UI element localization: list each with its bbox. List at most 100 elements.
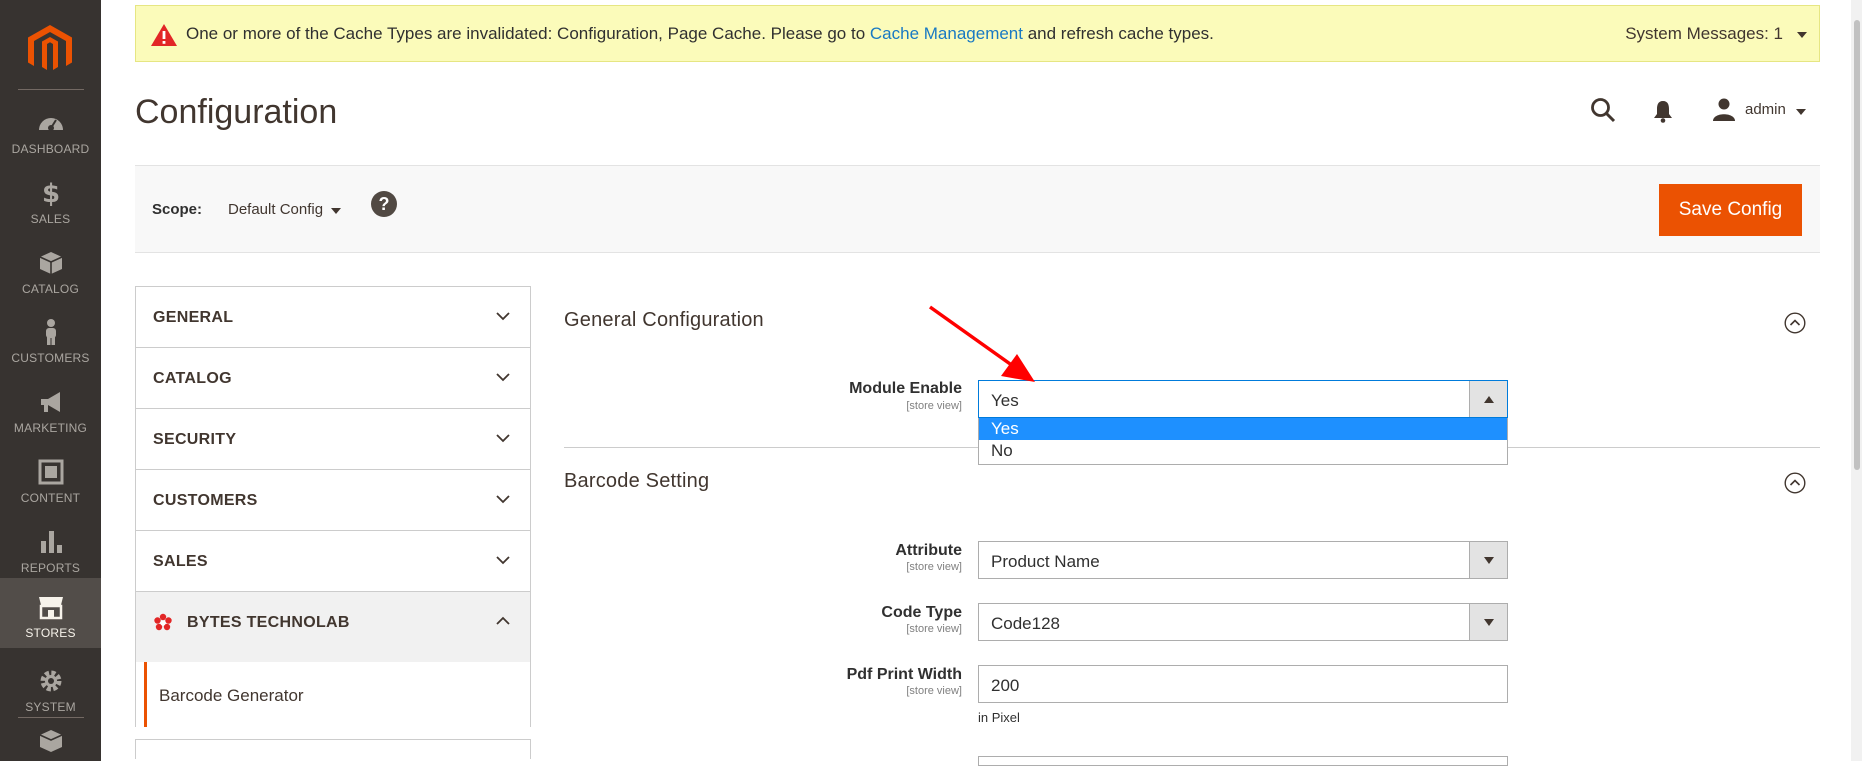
tab-label: CUSTOMERS: [153, 492, 258, 509]
nav-content[interactable]: CONTENT: [0, 445, 101, 515]
chevron-down-icon: [496, 373, 510, 382]
save-config-button[interactable]: Save Config: [1659, 184, 1802, 236]
field-label-pdf-print-width: Pdf Print Width: [846, 666, 962, 683]
select-value: Product Name: [991, 552, 1100, 571]
tab-label: GENERAL: [153, 309, 234, 326]
tab-customers[interactable]: CUSTOMERS: [135, 469, 531, 530]
nav-system[interactable]: SYSTEM: [0, 654, 101, 724]
tab-spacer: [135, 652, 531, 662]
nav-label: CONTENT: [20, 491, 81, 505]
dropdown-option-yes[interactable]: Yes: [979, 418, 1507, 440]
tab-label: CATALOG: [153, 370, 232, 387]
svg-text:$: $: [42, 179, 60, 208]
chevron-down-icon: [496, 556, 510, 565]
section-title-general-configuration[interactable]: General Configuration: [564, 309, 764, 332]
nav-label: CUSTOMERS: [11, 351, 90, 365]
tab-catalog[interactable]: CATALOG: [135, 347, 531, 408]
sidebar-divider: [18, 89, 84, 90]
megaphone-icon: [41, 392, 60, 412]
message-text-after: and refresh cache types.: [1022, 24, 1214, 43]
help-icon[interactable]: ?: [371, 191, 397, 217]
config-tabs: GENERAL CATALOG SECURITY CUSTOMERS SALES…: [135, 286, 531, 759]
box-icon: [39, 252, 63, 274]
nav-label: REPORTS: [20, 561, 81, 575]
cache-management-link[interactable]: Cache Management: [870, 24, 1023, 43]
page-title: Configuration: [135, 93, 338, 131]
section-title-barcode-setting[interactable]: Barcode Setting: [564, 470, 709, 493]
nav-label: SYSTEM: [25, 700, 76, 714]
field-scope-attribute: [store view]: [906, 561, 962, 573]
sidebar-divider: [18, 717, 84, 718]
nav-label: MARKETING: [13, 421, 88, 435]
user-icon[interactable]: [1712, 97, 1736, 121]
tab-security[interactable]: SECURITY: [135, 408, 531, 469]
module-enable-select[interactable]: Yes: [978, 380, 1508, 418]
active-tab-marker: [144, 662, 147, 727]
field-label-code-type: Code Type: [881, 604, 962, 621]
caret-down-icon[interactable]: [1797, 32, 1807, 38]
next-field-input-partial[interactable]: [978, 756, 1508, 766]
nav-label: SALES: [30, 212, 71, 226]
nav-sales[interactable]: $ SALES: [0, 166, 101, 236]
tab-item-label: Barcode Generator: [159, 686, 304, 705]
tab-label: SECURITY: [153, 431, 237, 448]
attribute-select[interactable]: Product Name: [978, 541, 1508, 579]
field-scope-pdf-print-width: [store view]: [906, 685, 962, 697]
store-icon: [39, 597, 63, 620]
scrollbar-thumb[interactable]: [1854, 20, 1860, 470]
tab-bytes-technolab[interactable]: BYTES TECHNOLAB: [135, 591, 531, 652]
tab-general[interactable]: GENERAL: [135, 286, 531, 347]
admin-user-menu[interactable]: admin: [1745, 101, 1786, 118]
caret-down-icon[interactable]: [331, 208, 341, 214]
select-toggle[interactable]: [1469, 604, 1507, 640]
nav-dashboard[interactable]: DASHBOARD: [0, 96, 101, 166]
pdf-print-width-note: in Pixel: [978, 710, 1020, 725]
tab-label: BYTES TECHNOLAB: [187, 614, 350, 631]
content-icon: [38, 459, 64, 485]
collapse-icon[interactable]: [1784, 312, 1806, 334]
tab-sales[interactable]: SALES: [135, 530, 531, 591]
message-text-before: One or more of the Cache Types are inval…: [186, 24, 870, 43]
bar-chart-icon: [41, 531, 62, 553]
select-toggle[interactable]: [1469, 381, 1507, 417]
tab-item-barcode-generator[interactable]: Barcode Generator: [135, 662, 531, 727]
caret-down-icon: [1484, 619, 1494, 626]
tab-label: SALES: [153, 553, 208, 570]
chevron-up-icon: [496, 616, 510, 625]
search-icon[interactable]: [1590, 97, 1616, 123]
nav-label: CATALOG: [22, 282, 79, 296]
extensions-icon[interactable]: [36, 726, 66, 756]
dropdown-option-no[interactable]: No: [979, 440, 1507, 462]
nav-stores[interactable]: STORES: [0, 578, 101, 648]
scope-label: Scope:: [152, 201, 203, 218]
module-enable-dropdown: Yes No: [978, 418, 1508, 465]
system-message-bar: One or more of the Cache Types are inval…: [135, 5, 1820, 62]
magento-logo[interactable]: [28, 25, 72, 75]
nav-customers[interactable]: CUSTOMERS: [0, 305, 101, 375]
select-toggle[interactable]: [1469, 542, 1507, 578]
chevron-down-icon: [496, 495, 510, 504]
tab-next-partial[interactable]: [135, 739, 531, 759]
warning-icon: [151, 24, 177, 46]
pdf-print-width-input[interactable]: 200: [978, 665, 1508, 703]
dollar-icon: $: [42, 179, 60, 208]
dashboard-icon: [39, 118, 63, 131]
chevron-down-icon: [496, 312, 510, 321]
bytes-technolab-logo-icon: [154, 613, 172, 631]
nav-catalog[interactable]: CATALOG: [0, 236, 101, 306]
scope-switcher[interactable]: Default Config: [228, 201, 323, 218]
bell-icon[interactable]: [1652, 99, 1674, 123]
scope-bar: Scope: Default Config ? Save Config: [135, 165, 1820, 253]
input-value: 200: [991, 676, 1020, 695]
nav-marketing[interactable]: MARKETING: [0, 375, 101, 445]
code-type-select[interactable]: Code128: [978, 603, 1508, 641]
person-icon: [46, 319, 56, 345]
caret-down-icon[interactable]: [1796, 109, 1806, 115]
nav-reports[interactable]: REPORTS: [0, 515, 101, 585]
field-label-attribute: Attribute: [895, 542, 962, 559]
system-messages-count[interactable]: System Messages: 1: [1625, 24, 1783, 44]
nav-label: STORES: [25, 626, 76, 640]
gear-icon: [40, 670, 62, 692]
system-message-text: One or more of the Cache Types are inval…: [186, 24, 1214, 44]
collapse-icon[interactable]: [1784, 472, 1806, 494]
